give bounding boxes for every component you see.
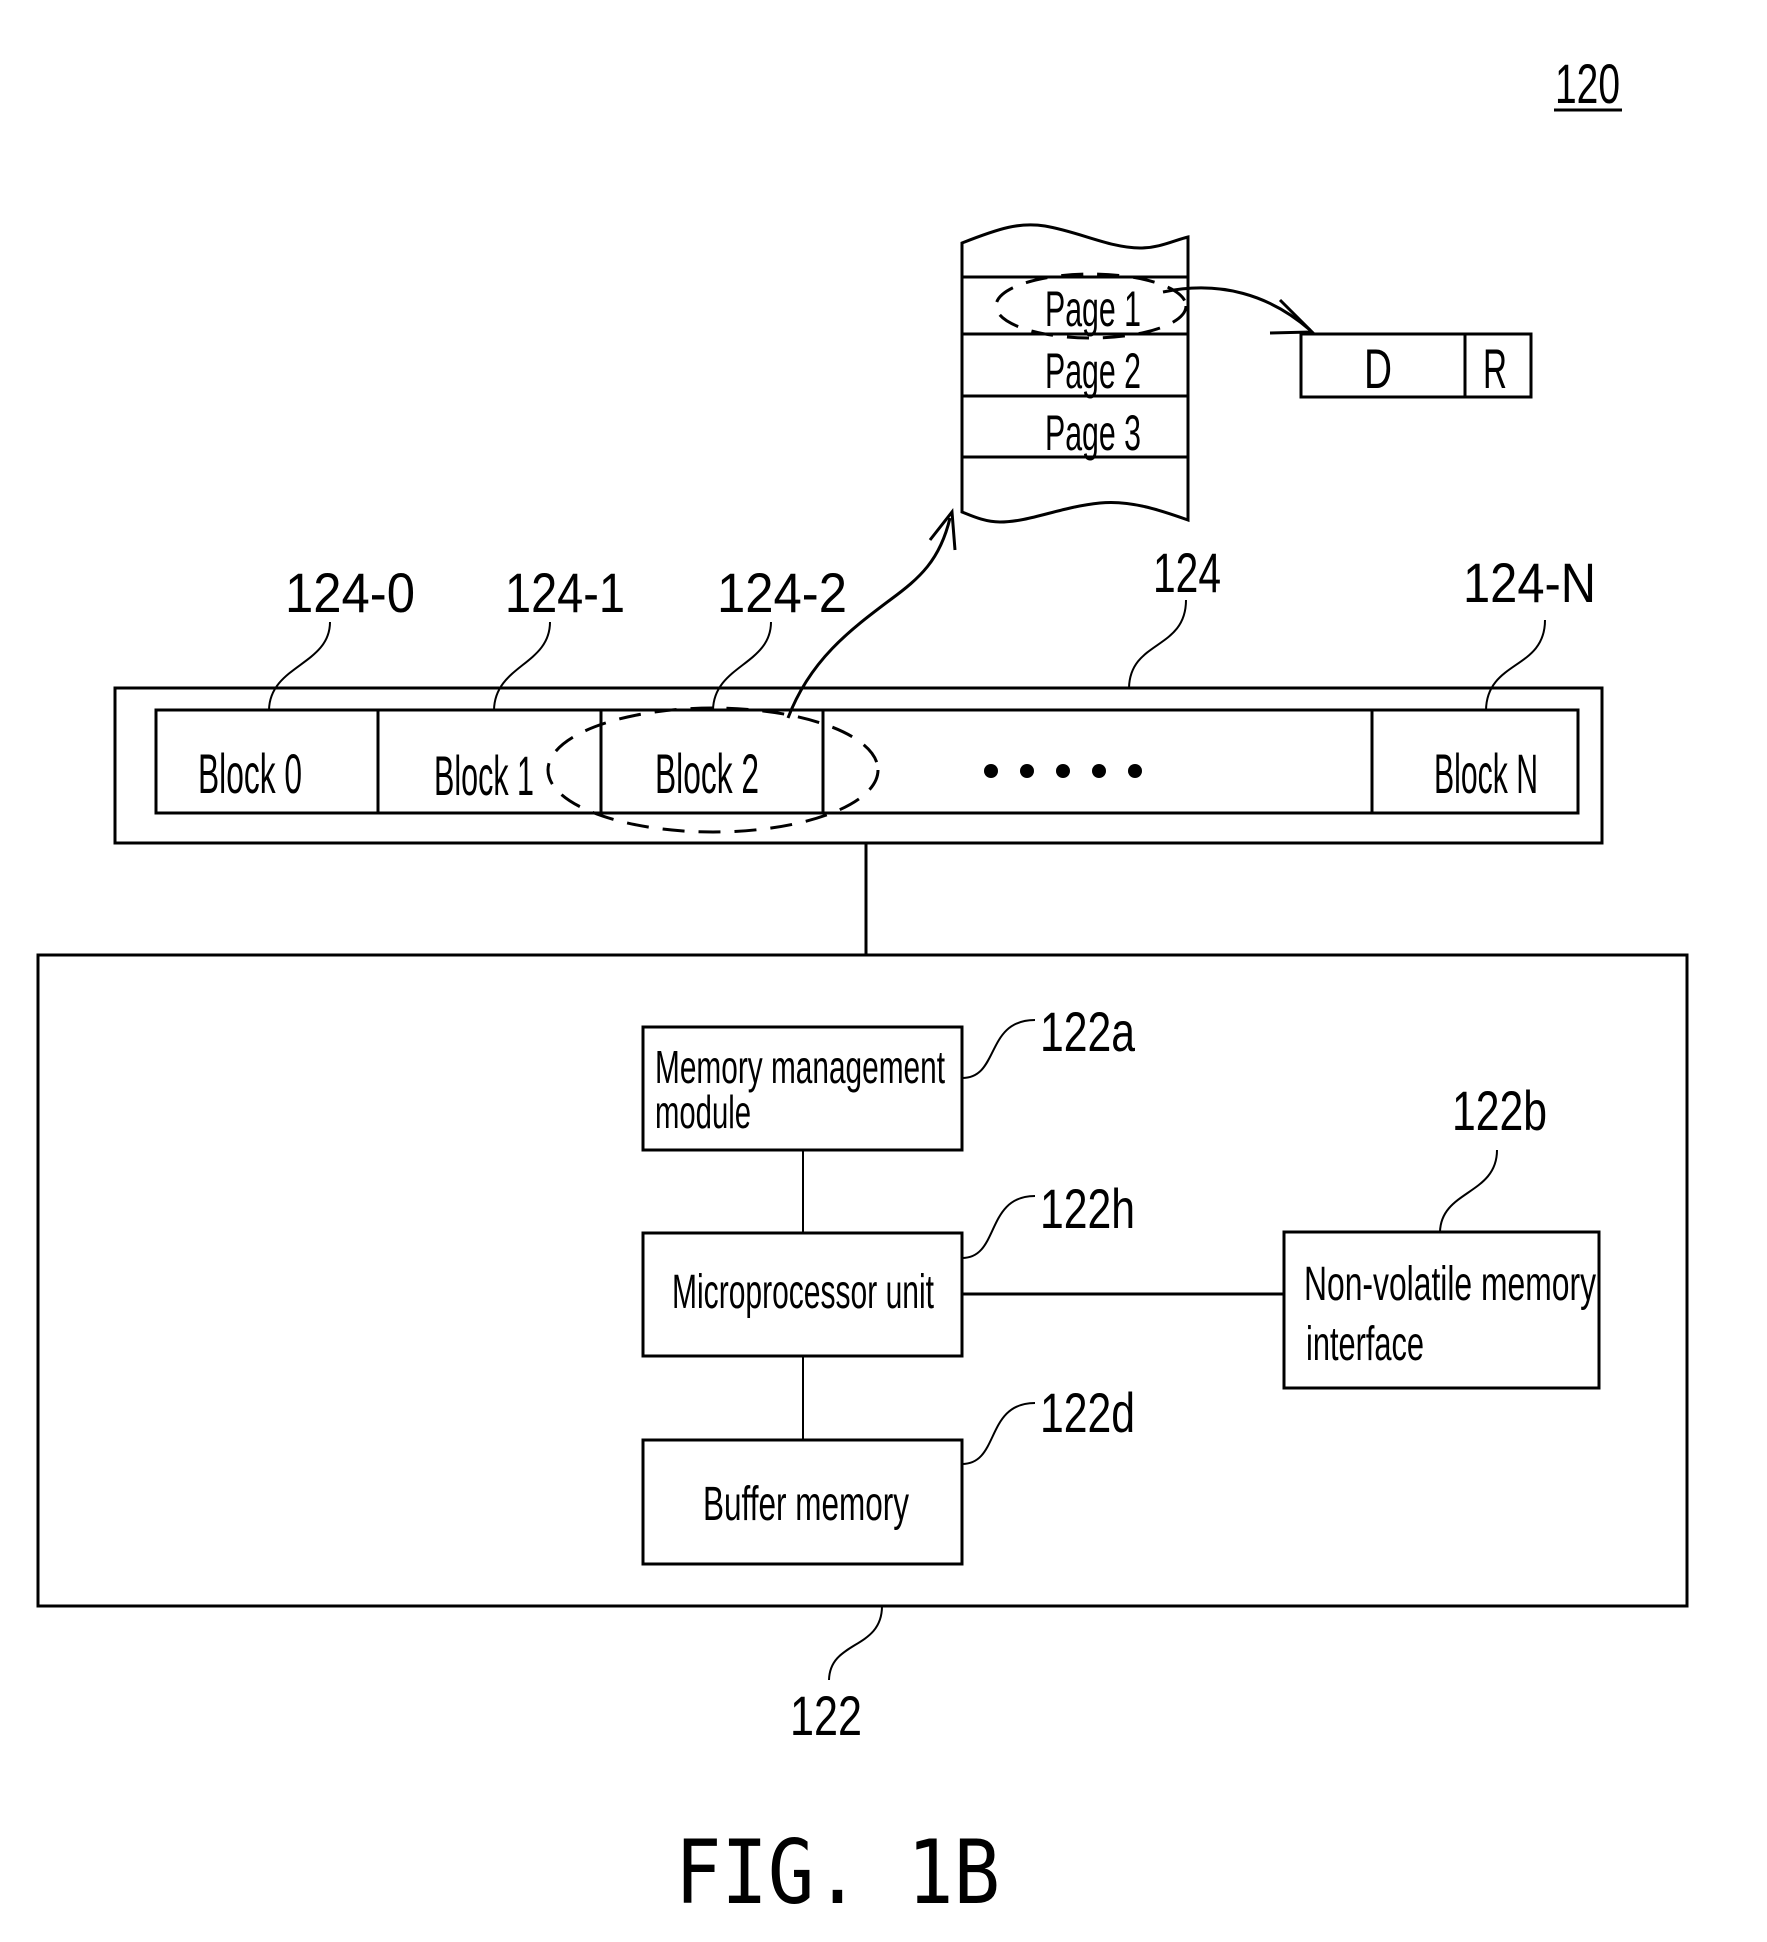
- nvm-interface: Non-volatile memory interface: [1282, 1230, 1601, 1390]
- page-2-label: Page 2: [1045, 343, 1141, 399]
- ref-122: 122: [790, 1684, 862, 1747]
- ref-122a: 122a: [1040, 1000, 1136, 1063]
- ref-122h: 122h: [1040, 1177, 1135, 1240]
- ellipsis-dots: [984, 764, 1142, 778]
- leader-122h: [961, 1195, 1036, 1259]
- microprocessor-unit: Microprocessor unit: [641, 1231, 964, 1358]
- mpu-label: Microprocessor unit: [672, 1266, 934, 1319]
- mmm-label-line2: module: [655, 1086, 751, 1138]
- ref-124-1: 124-1: [505, 561, 625, 624]
- figure-title: FIG. 1B: [675, 1821, 1000, 1924]
- block-2-label: Block 2: [655, 742, 759, 805]
- memory-management-module: Memory management module: [641, 1025, 964, 1152]
- ref-124-N: 124-N: [1463, 551, 1596, 614]
- patent-diagram: 120 Page 1 Page 2 Page 3 D R 124-0 124-1…: [36, 52, 1689, 1924]
- buffer-label: Buffer memory: [703, 1478, 909, 1531]
- nvm-label-line1: Non-volatile memory: [1304, 1258, 1596, 1311]
- data-field-label: D: [1364, 337, 1392, 400]
- redundancy-field-label: R: [1483, 337, 1507, 400]
- page-fields-box: D R: [1299, 332, 1533, 400]
- ref-124-0: 124-0: [285, 561, 415, 624]
- block-0-label: Block 0: [198, 742, 302, 805]
- memory-blocks: Block 0 Block 1 Block 2 Block N: [154, 706, 1580, 834]
- leader-122d: [961, 1402, 1036, 1465]
- nvm-label-line2: interface: [1306, 1318, 1424, 1371]
- leader-124-2: [712, 621, 772, 711]
- leader-124: [1128, 599, 1187, 689]
- block-n-label: Block N: [1434, 742, 1538, 805]
- leader-124-0: [268, 621, 331, 711]
- leader-124-1: [493, 621, 551, 711]
- page-stack: Page 1 Page 2 Page 3: [960, 223, 1190, 524]
- leader-122a: [961, 1019, 1036, 1079]
- buffer-memory: Buffer memory: [641, 1438, 964, 1566]
- page-3-label: Page 3: [1045, 405, 1141, 461]
- leader-122b: [1439, 1149, 1498, 1233]
- leader-124-N: [1485, 619, 1546, 711]
- ref-124-2: 124-2: [717, 561, 847, 624]
- ref-122d: 122d: [1040, 1381, 1135, 1444]
- ref-122b: 122b: [1452, 1079, 1547, 1142]
- page-1-label: Page 1: [1045, 281, 1141, 337]
- leader-122: [828, 1605, 883, 1681]
- block-1-label: Block 1: [434, 744, 534, 807]
- ref-120: 120: [1555, 52, 1620, 115]
- ref-124: 124: [1153, 541, 1221, 604]
